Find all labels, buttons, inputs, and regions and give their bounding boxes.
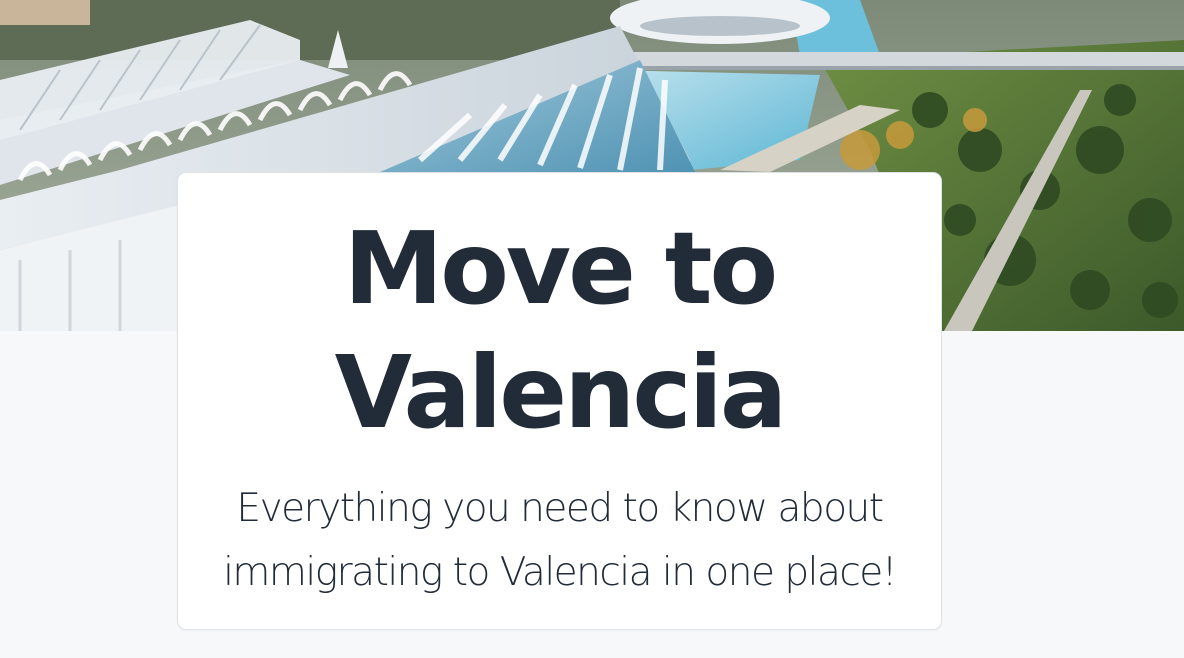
page-subtitle-line-2: immigrating to Valencia in one place!	[223, 550, 897, 595]
page-subtitle: Everything you need to know about immigr…	[178, 477, 941, 605]
intro-card: Move to Valencia Everything you need to …	[177, 172, 942, 630]
page-title: Move to Valencia	[178, 173, 941, 455]
page-title-line-2: Valencia	[334, 334, 788, 451]
page: Move to Valencia Everything you need to …	[0, 0, 1184, 658]
page-title-line-1: Move to	[343, 210, 779, 327]
page-subtitle-line-1: Everything you need to know about	[236, 486, 884, 531]
